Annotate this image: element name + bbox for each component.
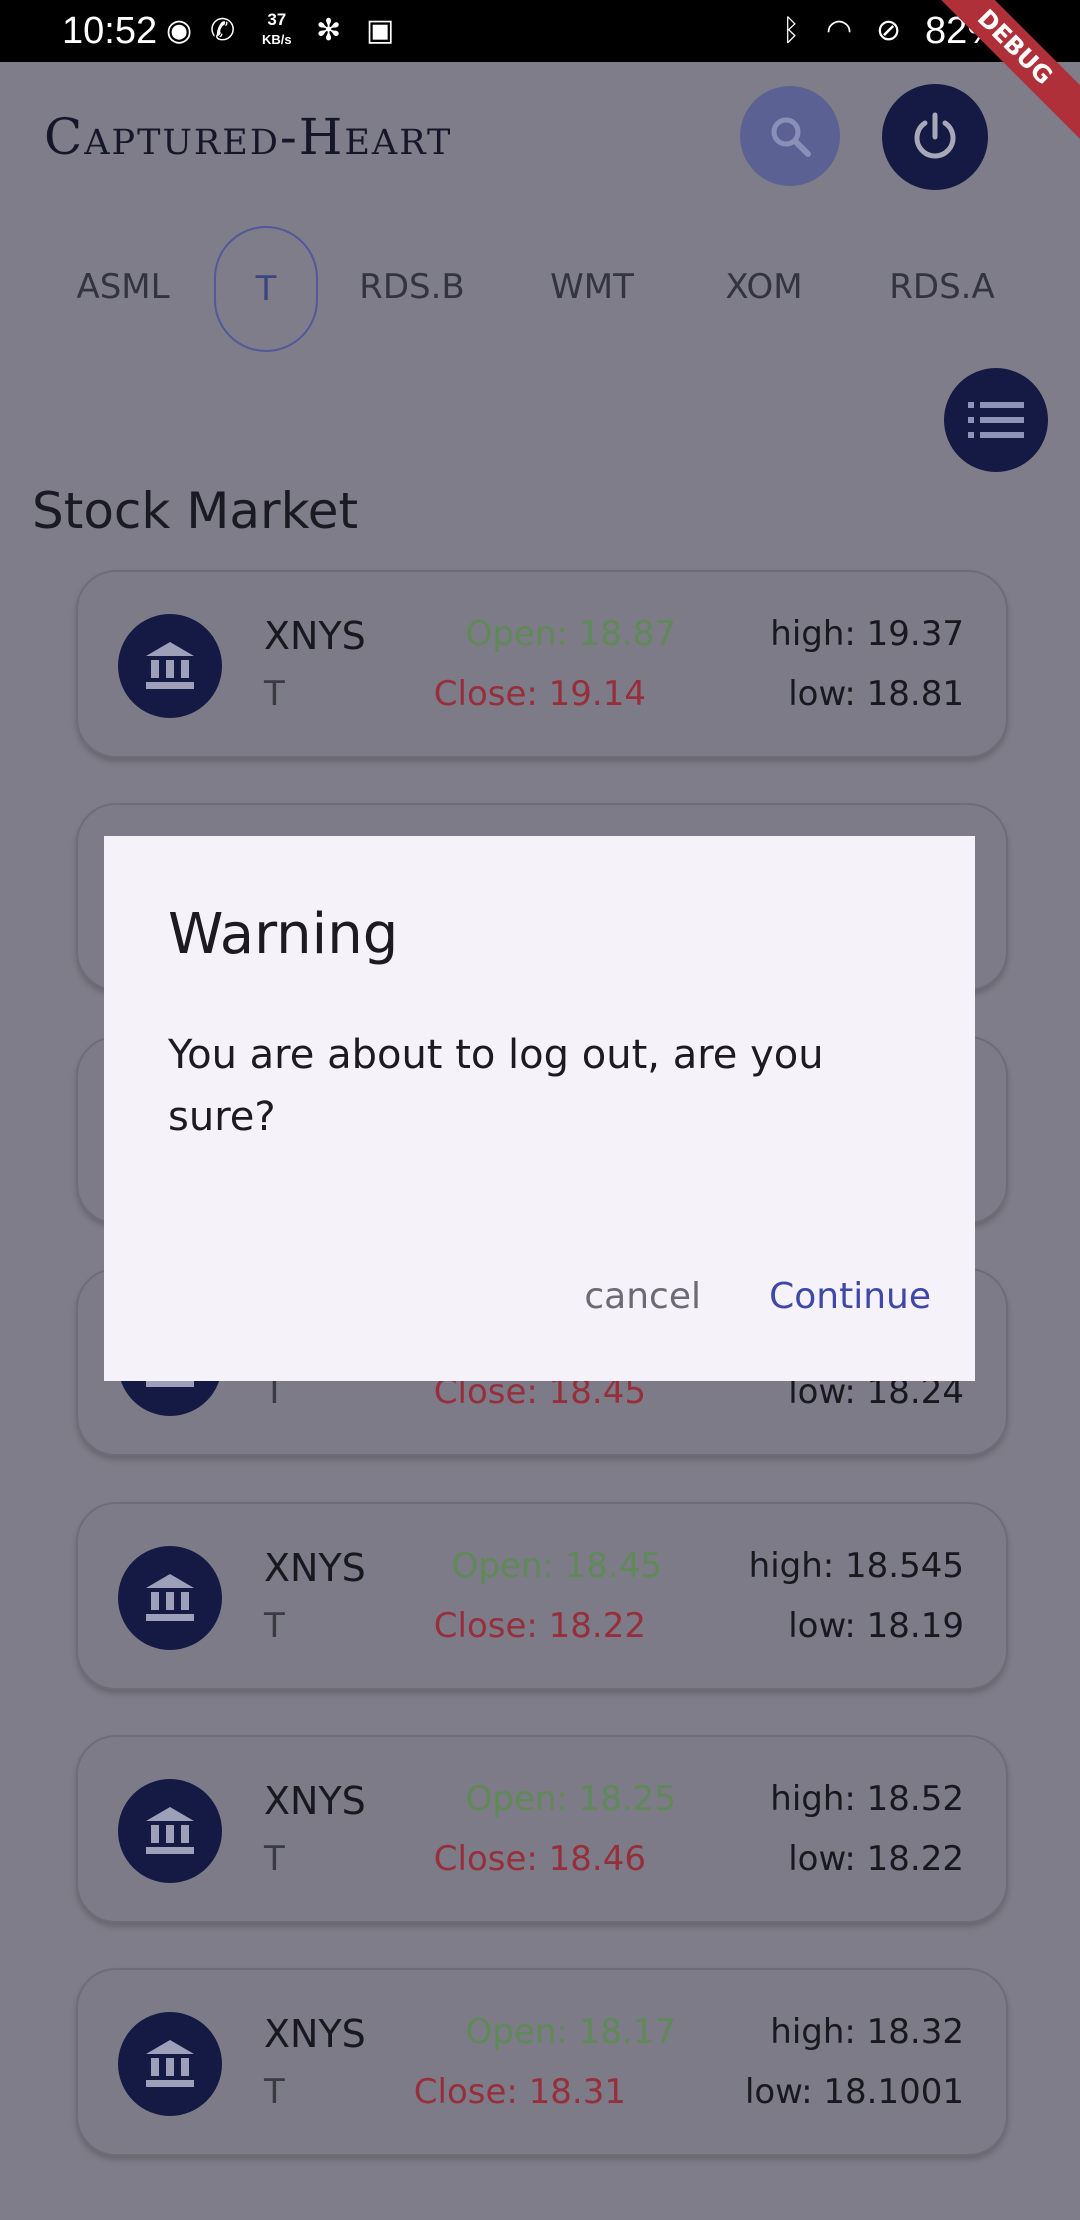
high-price: high: 19.37 bbox=[770, 614, 964, 654]
tab-rds-b[interactable]: RDS.B bbox=[352, 242, 472, 332]
bank-icon bbox=[146, 642, 194, 689]
bank-avatar bbox=[118, 1546, 222, 1650]
open-price: Open: 18.87 bbox=[465, 614, 676, 654]
dialog-message: You are about to log out, are you sure? bbox=[168, 1032, 824, 1140]
close-price: Close: 18.46 bbox=[433, 1839, 646, 1879]
tab-xom[interactable]: XOM bbox=[712, 242, 816, 332]
whatsapp-icon: ✆ bbox=[210, 14, 236, 47]
power-icon bbox=[914, 112, 956, 159]
bank-avatar bbox=[118, 1779, 222, 1883]
exchange-label: XNYS bbox=[264, 1779, 366, 1823]
low-price: low: 18.22 bbox=[788, 1839, 964, 1879]
network-speed-unit: KB/s bbox=[262, 32, 292, 47]
tab-asml[interactable]: ASML bbox=[64, 242, 182, 332]
dialog-title: Warning bbox=[168, 902, 399, 967]
do-not-disturb-icon: ⊘ bbox=[876, 14, 902, 47]
search-button[interactable] bbox=[740, 86, 840, 186]
tab-t[interactable]: T bbox=[214, 226, 318, 352]
open-price: Open: 18.17 bbox=[465, 2012, 676, 2052]
open-price: Open: 18.25 bbox=[465, 1779, 676, 1819]
media-icon: ◉ bbox=[166, 14, 193, 47]
status-time: 10:52 bbox=[62, 10, 158, 52]
bluetooth-icon: ᛒ bbox=[782, 14, 800, 47]
high-price: high: 18.32 bbox=[770, 2012, 964, 2052]
symbol-label: T bbox=[264, 1839, 285, 1879]
tab-wmt[interactable]: WMT bbox=[538, 242, 646, 332]
bank-avatar bbox=[118, 614, 222, 718]
symbol-tabs: ASML T RDS.B WMT XOM RDS.A bbox=[0, 226, 1080, 352]
image-icon: ▣ bbox=[366, 14, 395, 47]
bank-icon bbox=[146, 1574, 194, 1621]
exchange-label: XNYS bbox=[264, 1546, 366, 1590]
section-title: Stock Market bbox=[32, 482, 359, 540]
low-price: low: 18.19 bbox=[788, 1606, 964, 1646]
stock-card[interactable]: XNYS T Open: 18.17 Close: 18.31 high: 18… bbox=[76, 1968, 1008, 2156]
network-speed: 37 KB/s bbox=[262, 10, 292, 49]
high-price: high: 18.545 bbox=[748, 1546, 964, 1586]
cancel-button[interactable]: cancel bbox=[584, 1276, 701, 1317]
open-price: Open: 18.45 bbox=[451, 1546, 662, 1586]
logout-button[interactable] bbox=[882, 84, 988, 190]
exchange-label: XNYS bbox=[264, 614, 366, 658]
low-price: low: 18.1001 bbox=[744, 2072, 964, 2112]
symbol-label: T bbox=[264, 2072, 285, 2112]
stock-card[interactable]: XNYS T Open: 18.25 Close: 18.46 high: 18… bbox=[76, 1735, 1008, 1923]
bank-icon bbox=[146, 2040, 194, 2087]
symbol-label: T bbox=[264, 1606, 285, 1646]
high-price: high: 18.52 bbox=[770, 1779, 964, 1819]
bank-avatar bbox=[118, 2012, 222, 2116]
list-view-button[interactable] bbox=[944, 368, 1048, 472]
tab-rds-a[interactable]: RDS.A bbox=[884, 242, 1000, 332]
bank-icon bbox=[146, 1807, 194, 1854]
close-price: Close: 18.31 bbox=[413, 2072, 626, 2112]
search-icon bbox=[771, 117, 811, 157]
network-speed-value: 37 bbox=[267, 10, 287, 29]
logout-dialog: Warning You are about to log out, are yo… bbox=[104, 836, 975, 1381]
stock-card[interactable]: XNYS T Open: 18.87 Close: 19.14 high: 19… bbox=[76, 570, 1008, 758]
wifi-icon: ◠ bbox=[826, 14, 853, 47]
exchange-label: XNYS bbox=[264, 2012, 366, 2056]
status-bar: 10:52 ◉ ✆ 37 KB/s ✻ ▣ ᛒ ◠ ⊘ 82% bbox=[0, 0, 1080, 62]
close-price: Close: 18.22 bbox=[433, 1606, 646, 1646]
list-icon bbox=[968, 402, 1024, 438]
app-title: Captured-Heart bbox=[44, 108, 453, 166]
continue-button[interactable]: Continue bbox=[769, 1276, 931, 1317]
fan-icon: ✻ bbox=[316, 14, 342, 47]
symbol-label: T bbox=[264, 674, 285, 714]
close-price: Close: 19.14 bbox=[433, 674, 646, 714]
low-price: low: 18.81 bbox=[788, 674, 964, 714]
stock-card[interactable]: XNYS T Open: 18.45 Close: 18.22 high: 18… bbox=[76, 1502, 1008, 1690]
